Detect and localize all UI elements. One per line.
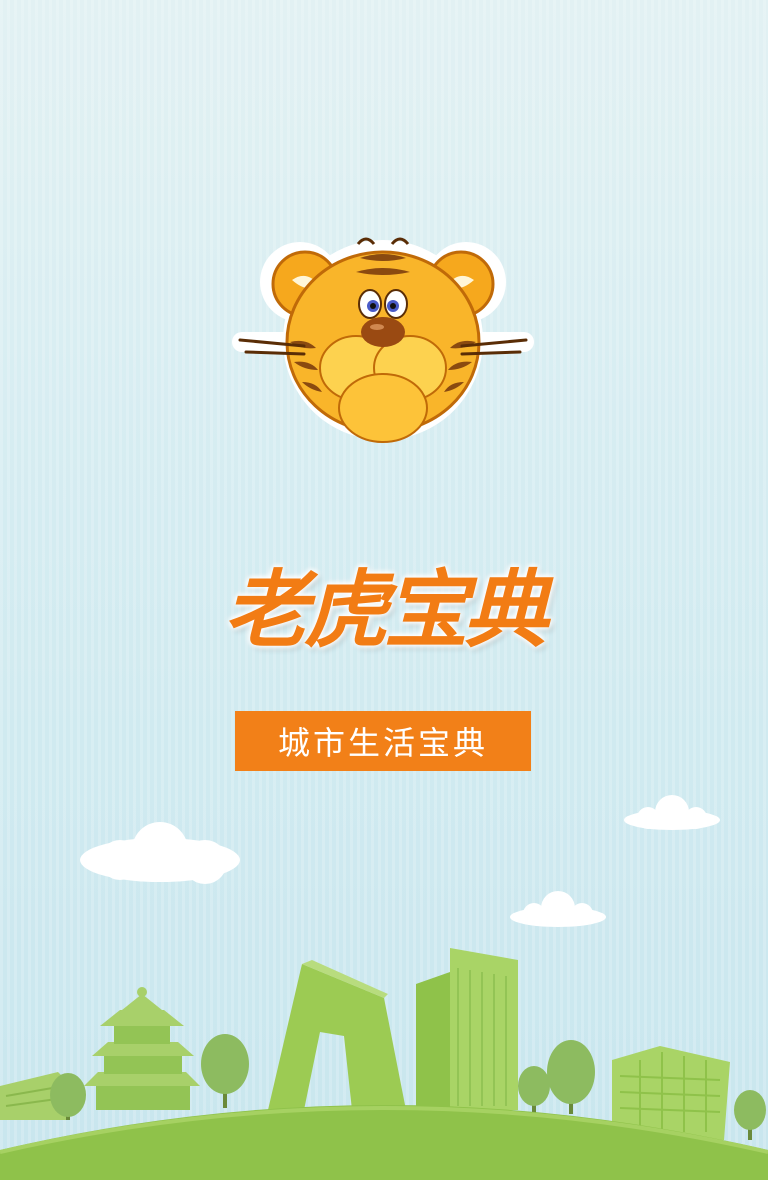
cloud-icon [80,822,240,884]
tiger-logo-icon [232,237,534,443]
cloud-icon [510,891,606,927]
app-wordmark: 老虎宝典 [223,561,548,659]
tree [518,1066,550,1116]
temple-building [84,987,200,1110]
tagline-badge: 城市生活宝典 [235,711,531,771]
city-scenery-illustration [0,795,768,1180]
cctv-building [268,960,406,1110]
cloud-icon [624,795,720,830]
tree [547,1040,595,1114]
tree [201,1034,249,1108]
tree [734,1090,766,1140]
tower-building [416,948,518,1110]
